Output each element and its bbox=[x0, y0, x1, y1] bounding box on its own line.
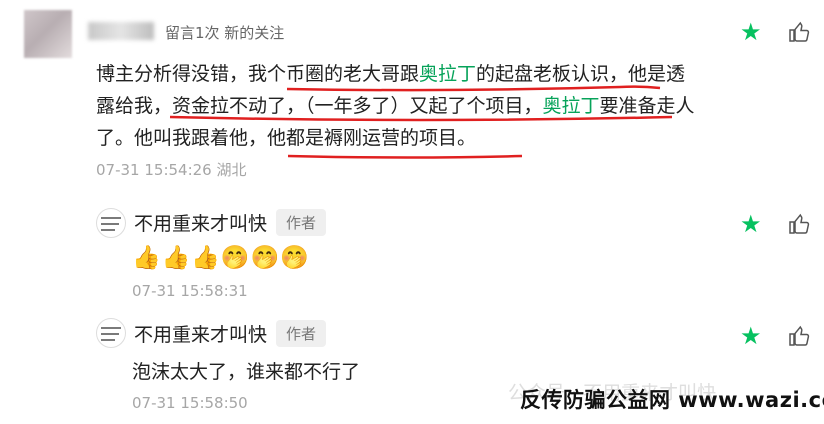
reply-author-avatar[interactable] bbox=[96, 208, 126, 238]
thumb-up-icon[interactable] bbox=[787, 324, 811, 348]
commenter-meta: 留言1次 新的关注 bbox=[165, 24, 285, 42]
author-badge: 作者 bbox=[276, 209, 327, 236]
reply-time: 07-31 15:58:50 bbox=[132, 394, 248, 412]
highlighted-keyword[interactable]: 奥拉丁 bbox=[419, 63, 476, 85]
site-watermark: 反传防骗公益网 www.wazi.cc bbox=[520, 388, 824, 412]
star-icon[interactable]: ★ bbox=[740, 324, 762, 348]
underline-mark bbox=[287, 154, 523, 159]
author-badge: 作者 bbox=[276, 320, 327, 347]
star-icon[interactable]: ★ bbox=[740, 212, 762, 236]
commenter-avatar[interactable] bbox=[24, 10, 72, 58]
highlighted-keyword[interactable]: 奥拉丁 bbox=[543, 95, 600, 117]
reply-time: 07-31 15:58:31 bbox=[132, 282, 248, 300]
star-icon[interactable]: ★ bbox=[740, 20, 762, 44]
reply-text: 泡沫太大了，谁来都不行了 bbox=[132, 361, 361, 383]
thumb-up-icon[interactable] bbox=[787, 20, 811, 44]
comment-segment: 博主分析得没错，我个币圈的老大哥跟 bbox=[96, 63, 420, 85]
commenter-name-blurred[interactable] bbox=[88, 22, 154, 40]
reply-author-avatar[interactable] bbox=[96, 318, 126, 348]
reply-author-name[interactable]: 不用重来才叫快 bbox=[134, 209, 267, 236]
thumb-up-icon[interactable] bbox=[787, 212, 811, 236]
main-comment-text: 博主分析得没错，我个币圈的老大哥跟奥拉丁的起盘老板认识，他是透露给我，资金拉不动… bbox=[96, 58, 701, 154]
reply-author-name[interactable]: 不用重来才叫快 bbox=[134, 320, 267, 347]
reply-emoji-content: 👍👍👍🤭🤭🤭 bbox=[132, 245, 310, 271]
main-comment-time: 07-31 15:54:26 湖北 bbox=[96, 161, 247, 179]
